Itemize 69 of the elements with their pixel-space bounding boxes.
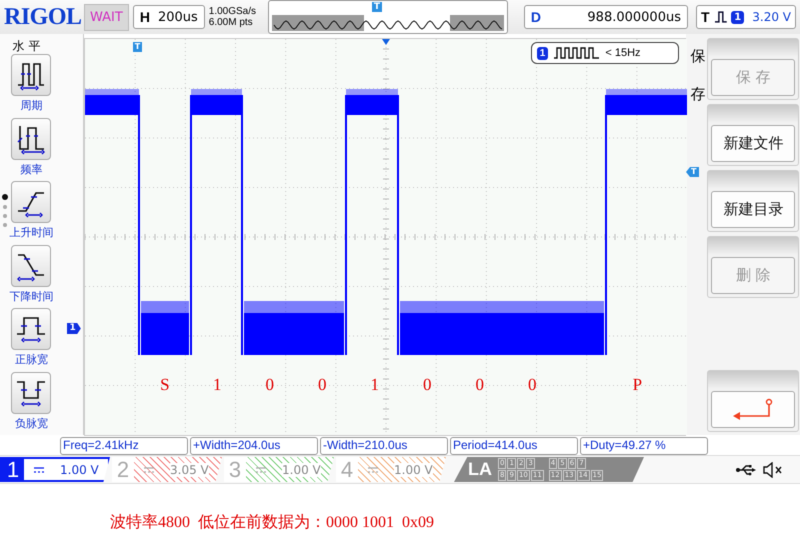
channel-number: 2 (112, 456, 134, 482)
trigger-source: 1 (731, 10, 744, 24)
channel-tab[interactable]: 3 1.00 V (224, 457, 334, 482)
bit-label: P (632, 375, 644, 395)
measure-button[interactable] (11, 244, 52, 286)
menu-button[interactable]: 新建目录 (711, 191, 796, 228)
bit-label: 0 (527, 375, 538, 395)
mute-icon (762, 462, 784, 478)
page-dot[interactable] (3, 205, 7, 209)
bit-label: 0 (317, 375, 328, 395)
center-marker-icon (382, 39, 390, 45)
channel-tab[interactable]: 4 1.00 V (336, 457, 446, 482)
delay-field[interactable]: D 988.000000us (524, 5, 688, 29)
sample-rate: 1.00GSa/s (208, 6, 258, 17)
channel-number: 1 (2, 457, 24, 482)
measure-label: 频率 (20, 162, 42, 176)
run-status: WAIT (84, 4, 129, 30)
bit-label: 1 (370, 375, 380, 395)
measure-label: 正脉宽 (14, 352, 48, 367)
counter-source: 1 (536, 46, 548, 60)
measurement-reading: +Duty=49.27 % (580, 437, 708, 455)
timebase-field[interactable]: H 200us (132, 5, 205, 29)
measurement-reading: -Width=210.0us (320, 437, 448, 455)
caption: 波特率4800 低位在前数据为：0000 1001 0x09 (110, 512, 434, 532)
measure-label: 下降时间 (9, 288, 54, 304)
dc-coupling-icon (34, 466, 44, 472)
trigger-position-marker: T (372, 2, 382, 12)
brand-logo: RIGOL (4, 4, 80, 30)
page-dot[interactable] (3, 223, 7, 227)
channel-scale: 1.00 V (60, 462, 99, 476)
bit-label: S (159, 375, 171, 395)
channel-scale: 1.00 V (394, 462, 433, 476)
channel-tab[interactable]: 1 1.00 V (0, 457, 110, 482)
counter-reading: < 15Hz (605, 47, 641, 59)
measure-button[interactable] (11, 181, 52, 223)
measurement-reading: Period=414.0us (450, 437, 578, 455)
channel-tab[interactable]: 2 3.05 V (112, 457, 222, 482)
measurement-reading: Freq=2.41kHz (60, 437, 188, 455)
measure-button[interactable] (11, 54, 52, 96)
channel-marker: 1 (66, 323, 81, 334)
measurement-reading: +Width=204.0us (190, 437, 318, 455)
bit-label: 0 (474, 375, 486, 395)
channel-number: 3 (224, 456, 246, 482)
bit-label: 0 (264, 375, 276, 395)
menu-title: 水 平 (12, 38, 40, 54)
channel-scale: 3.05 V (170, 462, 209, 476)
dc-coupling-icon (368, 466, 378, 472)
menu-title: 保存 (689, 46, 706, 104)
measure-button[interactable] (11, 118, 52, 160)
measure-label: 负脉宽 (14, 416, 48, 430)
usb-icon (736, 464, 756, 476)
trigger-field[interactable]: T 1 3.20 V (696, 5, 796, 29)
page-dot[interactable] (2, 194, 8, 200)
measure-label: 周期 (20, 98, 42, 113)
dc-coupling-icon (256, 466, 266, 472)
measure-label: 上升时间 (9, 225, 54, 240)
bit-label: 0 (422, 375, 433, 395)
memory-depth: 6.00M pts (208, 17, 254, 28)
channel-scale: 1.00 V (282, 462, 321, 476)
la-label: LA (468, 459, 492, 480)
menu-button[interactable]: 新建文件 (711, 125, 796, 162)
bit-label: 1 (212, 375, 223, 395)
page-dot[interactable] (3, 214, 7, 218)
dc-coupling-icon (144, 466, 154, 472)
measure-button[interactable] (11, 372, 52, 414)
square-wave-icon (554, 47, 600, 59)
back-button[interactable] (711, 391, 796, 428)
channel-number: 4 (336, 456, 358, 482)
measure-button[interactable] (11, 308, 52, 350)
